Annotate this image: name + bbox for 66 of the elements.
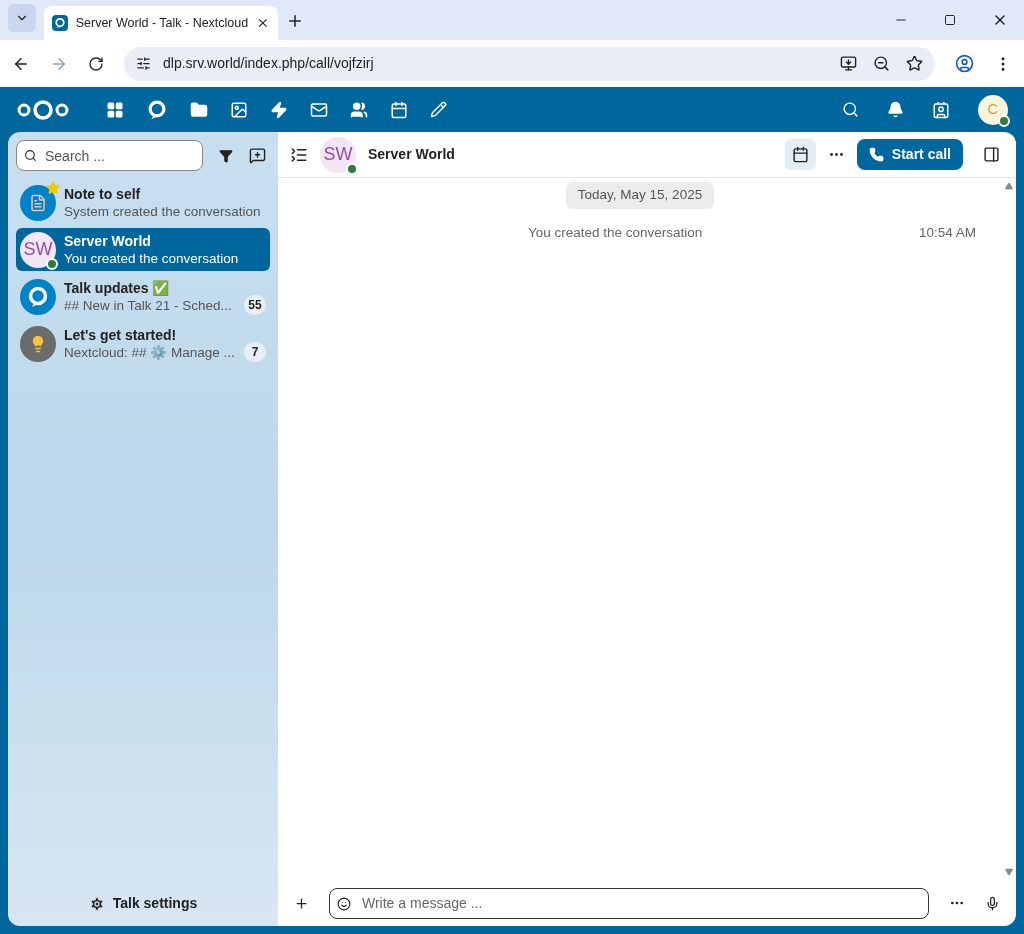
activity-icon[interactable] <box>270 100 288 119</box>
address-bar[interactable]: dlp.srv.world/index.php/call/vojfzirj <box>124 46 935 81</box>
new-conversation-icon[interactable] <box>249 147 266 164</box>
conversation-preview: Nextcloud: ## ⚙ Manage ... <box>64 343 236 362</box>
conversation-name: Note to self <box>64 184 142 203</box>
notifications-icon[interactable] <box>887 101 904 118</box>
date-separator: Today, May 15, 2025 <box>565 182 715 209</box>
zoom-icon[interactable] <box>873 55 890 72</box>
search-icon <box>24 149 37 162</box>
conversation-item[interactable]: SW Server World You created the conversation <box>16 228 270 271</box>
profile-icon[interactable] <box>955 54 974 73</box>
sidebar-toggle-icon[interactable] <box>290 145 308 164</box>
talk-app-icon[interactable] <box>146 98 168 121</box>
conversation-name: Let's get started! <box>64 325 178 344</box>
conversation-item[interactable]: Talk updates ✅ ## New in Talk 21 - Sched... 55 <box>16 275 270 318</box>
new-tab-icon[interactable] <box>286 12 304 30</box>
talk-settings-button[interactable]: Talk settings <box>88 893 198 914</box>
calendar-icon <box>791 146 809 163</box>
notes-icon[interactable] <box>430 101 447 118</box>
filter-icon[interactable] <box>219 148 233 163</box>
start-call-button[interactable]: Start call <box>856 139 963 170</box>
chat-avatar: SW <box>320 136 356 173</box>
contacts-icon[interactable] <box>350 100 368 119</box>
conversation-title: Server World <box>368 145 455 164</box>
favicon-icon[interactable] <box>53 17 66 29</box>
url-text: dlp.srv.world/index.php/call/vojfzirj <box>163 54 374 73</box>
message-input[interactable]: Write a message ... <box>329 887 929 919</box>
mail-icon[interactable] <box>310 100 328 119</box>
maximize-icon[interactable] <box>944 14 956 26</box>
photos-icon[interactable] <box>230 100 248 119</box>
conversation-item[interactable]: Let's get started! Nextcloud: ## ⚙ Manage ... 7 <box>16 322 270 365</box>
contacts-menu-icon[interactable] <box>932 100 950 119</box>
scroll-down-arrow-icon[interactable] <box>1005 868 1013 876</box>
browser-tab[interactable]: Server World - Talk - Nextcloud <box>44 6 278 40</box>
scroll-up-arrow-icon[interactable] <box>1005 182 1013 190</box>
bookmark-star-icon[interactable] <box>906 55 923 72</box>
unread-count: 7 <box>244 341 266 362</box>
calendar-button[interactable] <box>784 139 816 170</box>
conversation-name: Talk updates ✅ <box>64 278 171 297</box>
conversation-name: Server World <box>64 231 152 250</box>
files-icon[interactable] <box>190 100 208 119</box>
nextcloud-logo-icon[interactable] <box>16 97 70 122</box>
phone-icon <box>868 147 884 162</box>
emoji-icon[interactable] <box>337 896 351 911</box>
search-field[interactable]: Search ... <box>16 140 203 171</box>
talk-logo-icon[interactable] <box>26 284 50 309</box>
install-app-icon[interactable] <box>840 55 857 72</box>
conversation-preview: You created the conversation <box>64 249 240 268</box>
unread-count: 55 <box>244 294 266 315</box>
microphone-icon[interactable] <box>985 895 1000 911</box>
dashboard-icon[interactable] <box>106 100 124 119</box>
system-message: You created the conversation <box>528 224 703 242</box>
conversation-preview: System created the conversation <box>64 202 262 221</box>
reload-icon[interactable] <box>88 55 104 72</box>
attach-icon[interactable] <box>294 895 309 911</box>
sidebar-panel-icon[interactable] <box>983 146 1000 163</box>
site-info-icon[interactable] <box>136 56 151 71</box>
message-time: 10:54 AM <box>918 224 976 242</box>
note-icon <box>29 193 47 212</box>
close-icon[interactable] <box>256 16 270 30</box>
gear-icon <box>88 895 105 912</box>
search-icon[interactable] <box>842 101 859 118</box>
tab-title: Server World - Talk - Nextcloud <box>75 14 249 32</box>
calendar-icon[interactable] <box>390 100 408 119</box>
conversation-preview: ## New in Talk 21 - Sched... <box>64 296 233 315</box>
conversation-item[interactable]: Note to self System created the conversation <box>16 181 270 224</box>
